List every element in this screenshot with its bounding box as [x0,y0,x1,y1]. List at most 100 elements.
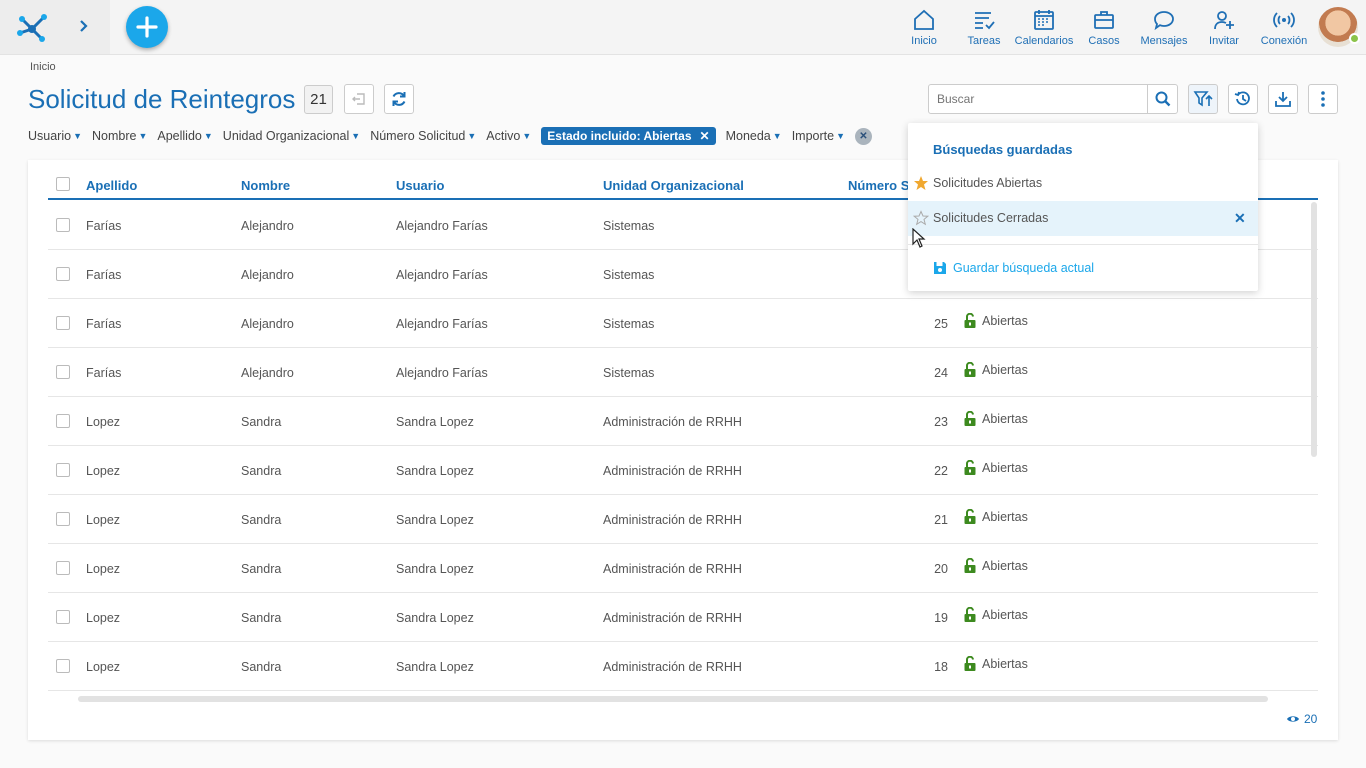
cell-usuario: Sandra Lopez [396,464,474,478]
add-button[interactable] [126,6,168,48]
filter-nombre[interactable]: Nombre ▼ [92,129,147,143]
online-status-icon [1349,33,1360,44]
nav-label: Conexión [1260,35,1308,47]
table-row[interactable]: Lopez Sandra Sandra Lopez Administración de… [48,593,1318,642]
cell-apellido: Farías [86,317,122,331]
table-row[interactable]: Lopez Sandra Sandra Lopez Administración de… [48,397,1318,446]
saved-search-label: Solicitudes Cerradas [933,211,1049,225]
save-current-search-button[interactable]: Guardar búsqueda actual [933,261,1094,275]
filter-numero-solicitud[interactable]: Número Solicitud ▼ [370,129,476,143]
table-row[interactable]: Lopez Sandra Sandra Lopez Administración de… [48,544,1318,593]
history-button[interactable] [1228,84,1258,114]
breadcrumb[interactable]: Inicio [30,61,56,73]
clear-filters-button[interactable]: ✕ [855,127,872,145]
filter-label: Activo [486,129,521,143]
history-icon [1234,91,1250,106]
nav-mensajes[interactable]: Mensajes [1134,8,1194,48]
filter-apellido[interactable]: Apellido ▼ [157,129,212,143]
star-outline-icon[interactable] [913,210,929,226]
column-header-apellido[interactable]: Apellido [86,178,137,193]
filter-unidad-organizacional[interactable]: Unidad Organizacional ▼ [223,129,360,143]
row-checkbox[interactable] [56,659,70,673]
column-header-unidad[interactable]: Unidad Organizacional [603,178,744,193]
export-button[interactable] [1268,84,1298,114]
table-row[interactable]: Lopez Sandra Sandra Lopez Administración de… [48,642,1318,691]
cell-nombre: Alejandro [241,366,294,380]
more-vertical-icon [1321,91,1325,107]
table-row[interactable]: Farías Alejandro Alejandro Farías Sistemas 2… [48,299,1318,348]
nav-calendarios[interactable]: Calendarios [1014,8,1074,48]
cell-nombre: Sandra [241,415,282,429]
select-all-checkbox[interactable] [56,177,70,191]
table-row[interactable]: Farías Alejandro Alejandro Farías Sistemas 2… [48,348,1318,397]
logo-area [0,0,110,54]
tasks-icon [975,12,995,30]
row-checkbox[interactable] [56,610,70,624]
nav-casos[interactable]: Casos [1074,8,1134,48]
filter-usuario[interactable]: Usuario ▼ [28,129,82,143]
estado-label: Abiertas [982,314,1028,328]
unlock-icon [964,362,976,377]
filter-importe[interactable]: Importe ▼ [792,129,845,143]
mouse-cursor-icon [912,228,926,248]
cell-nombre: Sandra [241,660,282,674]
more-options-button[interactable] [1308,84,1338,114]
filter-activo[interactable]: Activo ▼ [486,129,531,143]
table-row[interactable]: Lopez Sandra Sandra Lopez Administración de… [48,495,1318,544]
views-indicator: 20 [1286,712,1317,726]
row-checkbox[interactable] [56,365,70,379]
search-input[interactable] [928,84,1148,114]
chevron-down-icon: ▼ [522,131,532,141]
chevron-down-icon: ▼ [351,131,361,141]
cell-numero: 21 [934,513,948,527]
record-count-badge: 21 [304,85,333,114]
search-button[interactable] [1147,84,1178,114]
filter-bar: Usuario ▼ Nombre ▼ Apellido ▼ Unidad Organi… [28,126,872,146]
row-checkbox[interactable] [56,267,70,281]
active-filter-chip[interactable]: Estado incluido: Abiertas ✕ [541,127,716,145]
cell-estado: Abiertas [963,509,1028,525]
nav-conexion[interactable]: Conexión [1254,8,1314,48]
unlock-icon [964,509,976,524]
column-header-nombre[interactable]: Nombre [241,178,290,193]
row-checkbox[interactable] [56,218,70,232]
row-checkbox[interactable] [56,512,70,526]
chevron-right-icon[interactable] [74,16,94,36]
chevron-down-icon: ▼ [73,131,82,141]
row-checkbox[interactable] [56,463,70,477]
cell-numero: 19 [934,611,948,625]
close-icon[interactable]: ✕ [700,129,710,143]
cell-apellido: Lopez [86,611,121,625]
nav-invitar[interactable]: Invitar [1194,8,1254,48]
cell-unidad: Sistemas [603,366,655,380]
refresh-button[interactable] [384,84,414,114]
nav-tareas[interactable]: Tareas [954,8,1014,48]
cell-apellido: Farías [86,366,122,380]
estado-label: Abiertas [982,510,1028,524]
back-button[interactable] [344,84,374,114]
row-checkbox[interactable] [56,316,70,330]
app-logo-icon[interactable] [14,9,50,45]
cell-usuario: Alejandro Farías [396,268,488,282]
nav-label: Calendarios [1014,35,1074,47]
row-checkbox[interactable] [56,414,70,428]
cell-apellido: Farías [86,219,122,233]
delete-search-icon[interactable]: ✕ [1234,210,1246,227]
column-header-usuario[interactable]: Usuario [396,178,444,193]
vertical-scrollbar[interactable] [1311,202,1317,457]
nav-inicio[interactable]: Inicio [894,8,954,48]
horizontal-scrollbar[interactable] [78,696,1268,702]
table-row[interactable]: Lopez Sandra Sandra Lopez Administración de… [48,446,1318,495]
cell-numero: 24 [934,366,948,380]
column-header-numero[interactable]: Número So [848,178,917,193]
nav-label: Invitar [1209,35,1239,47]
star-filled-icon[interactable] [913,175,929,191]
estado-label: Abiertas [982,608,1028,622]
unlock-icon [964,460,976,475]
saved-search-item[interactable]: Solicitudes Abiertas [908,166,1258,201]
filter-moneda[interactable]: Moneda ▼ [726,129,782,143]
unlock-icon [964,313,976,328]
saved-search-item[interactable]: Solicitudes Cerradas ✕ [908,201,1258,236]
row-checkbox[interactable] [56,561,70,575]
filter-button[interactable] [1188,84,1218,114]
